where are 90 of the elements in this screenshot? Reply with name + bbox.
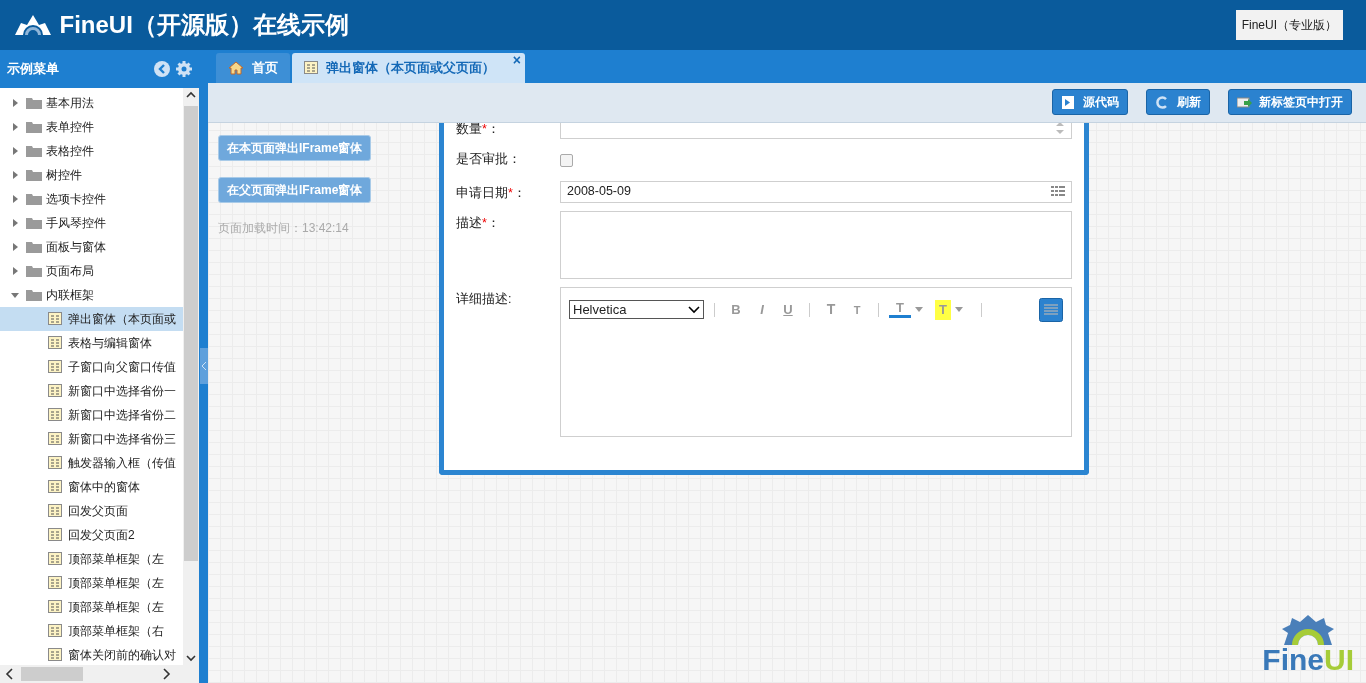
field-label: 是否审批： xyxy=(456,150,522,168)
expand-arrow-icon[interactable] xyxy=(10,241,20,252)
chevron-down-icon xyxy=(688,305,700,314)
tree-item[interactable]: 选项卡控件 xyxy=(0,186,183,211)
tree-item[interactable]: 表格与编辑窗体 xyxy=(0,330,183,355)
expand-arrow-icon[interactable] xyxy=(10,145,20,156)
tree-item[interactable]: 回发父页面2 xyxy=(0,522,183,547)
folder-icon xyxy=(26,264,42,277)
tree-item[interactable]: 子窗口向父窗口传值 xyxy=(0,354,183,379)
folder-icon xyxy=(26,144,42,157)
pro-version-button[interactable]: FineUI（专业版） xyxy=(1235,9,1343,40)
tree-item[interactable]: 回发父页面 xyxy=(0,498,183,523)
expand-arrow-icon[interactable] xyxy=(10,169,20,180)
toolbar-button[interactable]: 源代码 xyxy=(1052,89,1128,116)
tree-item[interactable]: 树控件 xyxy=(0,162,183,187)
tree-item[interactable]: 表格控件 xyxy=(0,138,183,163)
checkbox[interactable] xyxy=(560,153,573,167)
tree-item[interactable]: 新窗口中选择省份三 xyxy=(0,426,183,451)
tree-item[interactable]: 顶部菜单框架（左 xyxy=(0,546,183,571)
page-icon xyxy=(48,600,62,614)
page-icon xyxy=(48,552,62,566)
page-icon xyxy=(48,336,62,350)
load-time-text: 页面加载时间：13:42:14 xyxy=(218,219,349,237)
field-label: 数量*： xyxy=(456,122,501,138)
caret-icon[interactable] xyxy=(915,307,923,313)
folder-icon xyxy=(26,192,42,205)
tree-item[interactable]: 触发器输入框（传值 xyxy=(0,450,183,475)
calendar-icon[interactable] xyxy=(1051,185,1065,198)
home-icon xyxy=(228,60,244,75)
font-select[interactable]: Helvetica xyxy=(569,300,704,320)
expand-arrow-icon[interactable] xyxy=(10,193,20,204)
date-field[interactable]: 2008-05-09 xyxy=(560,180,1072,203)
textarea-field[interactable] xyxy=(560,210,1072,279)
field-label: 描述*： xyxy=(456,214,501,232)
folder-icon xyxy=(26,120,42,133)
page-icon xyxy=(48,360,62,374)
tree-item[interactable]: 新窗口中选择省份二 xyxy=(0,402,183,427)
caret-icon[interactable] xyxy=(955,307,963,313)
page-icon xyxy=(48,576,62,590)
collapse-icon[interactable] xyxy=(152,59,171,78)
folder-icon xyxy=(26,240,42,253)
toolbar-button[interactable]: 刷新 xyxy=(1146,89,1210,116)
scroll-left-icon[interactable] xyxy=(3,667,16,682)
app-title: FineUI（开源版）在线示例 xyxy=(59,9,349,40)
toolbar-button[interactable]: 新标签页中打开 xyxy=(1228,89,1352,116)
page-icon xyxy=(304,61,318,75)
logo-text: FineUI xyxy=(1262,645,1354,675)
folder-icon xyxy=(26,168,42,181)
page-icon xyxy=(48,456,62,470)
scrollbar-thumb[interactable] xyxy=(21,667,84,682)
tree-item[interactable]: 基本用法 xyxy=(0,90,183,115)
newtab-icon xyxy=(1237,94,1253,110)
page-icon xyxy=(48,312,62,326)
page-icon xyxy=(48,384,62,398)
collapse-handle-icon[interactable] xyxy=(200,348,208,385)
expand-arrow-icon[interactable] xyxy=(10,217,20,228)
folder-icon xyxy=(26,288,42,301)
tree-item[interactable]: 内联框架 xyxy=(0,282,183,307)
page-icon xyxy=(48,432,62,446)
sidebar-title: 示例菜单 xyxy=(6,60,60,78)
page-icon xyxy=(48,408,62,422)
rich-text-editor[interactable]: Helvetica B I U T T T T xyxy=(560,286,1072,437)
scrollbar-thumb[interactable] xyxy=(184,105,198,561)
page-icon xyxy=(48,480,62,494)
expand-arrow-icon[interactable] xyxy=(10,265,20,276)
tree-item[interactable]: 手风琴控件 xyxy=(0,210,183,235)
page-icon xyxy=(48,624,62,638)
tree-item[interactable]: 窗体中的窗体 xyxy=(0,474,183,499)
tree-item[interactable]: 页面布局 xyxy=(0,258,183,283)
source-icon xyxy=(1061,94,1077,110)
page-icon xyxy=(48,648,62,662)
page-icon xyxy=(48,504,62,518)
tree-item[interactable]: 顶部菜单框架（左 xyxy=(0,570,183,595)
tree-item[interactable]: 新窗口中选择省份一 xyxy=(0,378,183,403)
folder-icon xyxy=(26,216,42,229)
field-label: 详细描述: xyxy=(456,290,513,308)
tree-item[interactable]: 顶部菜单框架（右 xyxy=(0,618,183,643)
tree-item[interactable]: 表单控件 xyxy=(0,114,183,139)
page-icon xyxy=(48,528,62,542)
tree-item[interactable]: 面板与窗体 xyxy=(0,234,183,259)
tree-item[interactable]: 弹出窗体（本页面或 xyxy=(0,306,183,331)
tree-item[interactable]: 顶部菜单框架（左 xyxy=(0,594,183,619)
list-icon[interactable] xyxy=(1039,297,1063,322)
tab[interactable]: 弹出窗体（本页面或父页面） × xyxy=(292,52,525,83)
expand-arrow-icon[interactable] xyxy=(10,97,20,108)
folder-icon xyxy=(26,96,42,109)
tree-item[interactable]: 窗体关闭前的确认对 xyxy=(0,642,183,666)
settings-icon[interactable] xyxy=(174,59,193,78)
expand-arrow-icon[interactable] xyxy=(10,121,20,132)
field-label: 申请日期*： xyxy=(456,184,527,202)
